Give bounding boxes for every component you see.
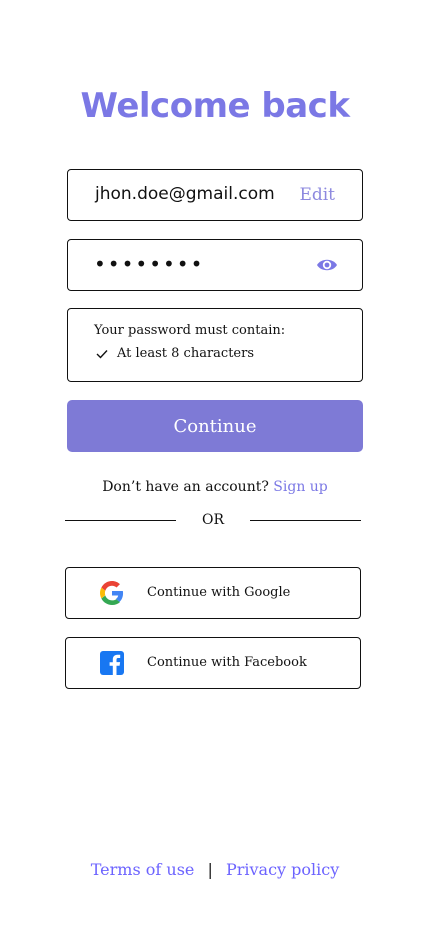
facebook-label: Continue with Facebook [147,655,307,670]
terms-of-use-link[interactable]: Terms of use [91,860,195,879]
eye-icon[interactable] [316,256,338,274]
email-field[interactable]: jhon.doe@gmail.com Edit [67,169,363,221]
check-icon [96,349,108,359]
signup-prompt: Don’t have an account? [102,479,269,495]
footer-separator: | [207,860,213,879]
requirement-label: At least 8 characters [117,346,255,361]
page-title: Welcome back [80,86,350,126]
divider-line-right [250,520,361,521]
google-icon [100,581,124,605]
privacy-policy-link[interactable]: Privacy policy [226,860,339,879]
password-value[interactable]: •••••••• [94,252,204,276]
requirements-title: Your password must contain: [94,323,286,338]
email-value[interactable]: jhon.doe@gmail.com [95,184,275,204]
divider-or: OR [201,512,225,528]
facebook-icon [100,651,124,675]
password-requirements: Your password must contain: At least 8 c… [67,308,363,382]
requirement-item: At least 8 characters [96,346,254,361]
password-field[interactable]: •••••••• [67,239,363,291]
continue-button[interactable]: Continue [67,400,363,452]
google-signin-button[interactable]: Continue with Google [65,567,361,619]
footer-links: Terms of use | Privacy policy [0,860,430,879]
signup-link[interactable]: Sign up [273,479,327,495]
edit-email-link[interactable]: Edit [299,185,335,205]
facebook-signin-button[interactable]: Continue with Facebook [65,637,361,689]
google-label: Continue with Google [147,585,291,600]
signup-row: Don’t have an account? Sign up [0,479,430,495]
